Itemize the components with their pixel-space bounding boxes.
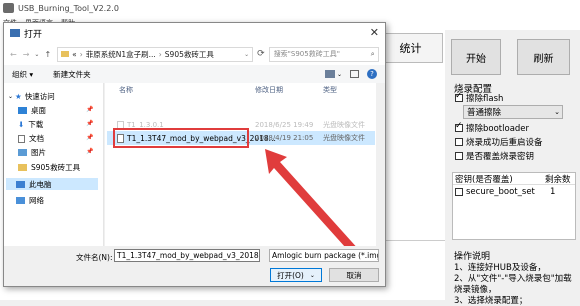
col-type[interactable]: 类型 [323, 85, 337, 95]
cancel-button[interactable]: 取消 [329, 268, 379, 282]
dialog-toolbar: 组织 ▾ 新建文件夹 ⌄ ? [4, 65, 385, 83]
view-options-icon[interactable] [324, 70, 335, 78]
dialog-title-bar: 打开 ✕ [4, 23, 385, 43]
nav-item-quick-access[interactable]: ⌄ ★ 快速访问 [8, 91, 55, 102]
refresh-icon[interactable]: ⟳ [257, 49, 265, 59]
key-name: secure_boot_set [466, 186, 535, 197]
chevron-down-icon: ⌄ [309, 271, 315, 279]
nav-item-this-pc[interactable]: 此电脑 [6, 178, 98, 190]
open-label: 打开(O) [277, 270, 304, 280]
reboot-checkbox[interactable]: 烧录成功后重启设备 [455, 136, 543, 148]
file-type: 光盘映像文件 [323, 121, 365, 129]
dialog-bottom: 文件名(N): T1_1.3T47_mod_by_webpad_v3_20180… [4, 246, 385, 286]
back-icon[interactable]: ← [10, 50, 17, 59]
stats-label: 统计 [399, 42, 422, 55]
filename-label: 文件名(N): [76, 253, 113, 262]
key-checkbox[interactable] [455, 187, 463, 196]
nav-item-downloads[interactable]: ⬇ 下载 [18, 119, 43, 130]
folder-icon [18, 164, 27, 171]
picture-icon [18, 149, 27, 156]
erase-bootloader-label: 擦除bootloader [466, 124, 530, 134]
help-icon[interactable]: ? [367, 69, 377, 79]
col-date[interactable]: 修改日期 [255, 85, 283, 95]
file-type-value: Amlogic burn package (*.img [272, 251, 379, 260]
app-icon [3, 3, 14, 13]
open-file-dialog: 打开 ✕ ← → ⌄ ↑ « › 菲原系统N1盒子刷... › S905救砖工具… [3, 22, 386, 287]
instruction-line: 3、选择烧录配置； [454, 296, 528, 306]
cancel-label: 取消 [346, 270, 362, 280]
folder-icon [61, 51, 70, 57]
file-type: 光盘映像文件 [323, 134, 365, 142]
computer-icon [16, 180, 25, 188]
refresh-label: 刷新 [533, 53, 554, 65]
start-button[interactable]: 开始 [451, 39, 501, 75]
desktop-icon [18, 107, 27, 114]
erase-mode-value: 普通擦除 [467, 108, 502, 118]
star-icon: ★ [15, 92, 22, 101]
network-icon [16, 197, 25, 204]
download-icon: ⬇ [18, 120, 25, 129]
file-date: 2018/4/19 21:05 [255, 134, 314, 142]
nav-item-desktop[interactable]: 桌面 [18, 105, 46, 116]
remain-col-header: 剩余数 [545, 174, 571, 185]
organize-button[interactable]: 组织 ▾ [12, 69, 33, 80]
col-name[interactable]: 名称 [119, 85, 133, 95]
search-icon: ⌕ [370, 49, 375, 58]
filename-value: T1_1.3T47_mod_by_webpad_v3_2018041▾ [117, 251, 259, 260]
chevron-down-icon: ⌄ [554, 108, 560, 116]
refresh-button[interactable]: 刷新 [517, 39, 570, 75]
path-segment[interactable]: 菲原系统N1盒子刷... [86, 49, 156, 60]
erase-bootloader-checkbox[interactable]: 擦除bootloader [455, 121, 530, 134]
close-icon[interactable]: ✕ [370, 26, 379, 39]
erase-flash-label: 擦除flash [466, 94, 504, 104]
stats-area [378, 63, 443, 238]
search-input[interactable]: 搜索"S905救砖工具" ⌕ [268, 46, 379, 62]
dialog-title: 打开 [24, 29, 43, 40]
nav-item-s905-folder[interactable]: S905救砖工具 [18, 162, 80, 173]
chevron-down-icon: ⌄ [8, 93, 14, 100]
address-bar[interactable]: « › 菲原系统N1盒子刷... › S905救砖工具 ⌄ [57, 46, 254, 62]
table-row[interactable]: secure_boot_set 1 [453, 185, 575, 198]
path-overflow[interactable]: « [72, 50, 77, 59]
pin-icon: 📌 [86, 120, 94, 127]
erase-mode-select[interactable]: 普通擦除 ⌄ [463, 105, 563, 119]
search-placeholder: 搜索"S905救砖工具" [273, 50, 340, 58]
pin-icon: 📌 [86, 148, 94, 155]
preview-pane-icon[interactable] [350, 70, 359, 78]
key-table: 密钥(是否覆盖) 剩余数 secure_boot_set 1 [452, 172, 576, 240]
forward-icon[interactable]: → [23, 50, 30, 59]
nav-item-documents[interactable]: 文档 [18, 133, 44, 144]
app-title-bar: USB_Burning_Tool_V2.2.0 [0, 0, 580, 16]
reboot-label: 烧录成功后重启设备 [466, 138, 543, 148]
file-type-select[interactable]: Amlogic burn package (*.img [269, 249, 379, 262]
up-icon[interactable]: ↑ [44, 50, 51, 59]
log-area [378, 240, 445, 300]
overwrite-key-label: 是否覆盖烧录密钥 [466, 152, 535, 162]
navigation-bar: ← → ⌄ ↑ « › 菲原系统N1盒子刷... › S905救砖工具 ⌄ ⟳ … [4, 43, 385, 65]
path-segment[interactable]: S905救砖工具 [165, 49, 214, 60]
chevron-down-icon[interactable]: ⌄ [34, 51, 39, 58]
document-icon [18, 134, 25, 143]
key-remain: 1 [550, 186, 556, 197]
pin-icon: 📌 [86, 106, 94, 113]
folder-icon [10, 29, 20, 37]
stats-panel: 统计 [378, 33, 443, 63]
new-folder-button[interactable]: 新建文件夹 [53, 69, 91, 80]
overwrite-key-checkbox[interactable]: 是否覆盖烧录密钥 [455, 150, 534, 162]
app-title: USB_Burning_Tool_V2.2.0 [18, 3, 119, 13]
highlight-box [113, 128, 249, 148]
start-label: 开始 [466, 53, 486, 65]
pin-icon: 📌 [86, 134, 94, 141]
filename-input[interactable]: T1_1.3T47_mod_by_webpad_v3_2018041▾ [114, 249, 260, 262]
key-col-header: 密钥(是否覆盖) [455, 174, 513, 185]
nav-item-network[interactable]: 网络 [16, 195, 44, 206]
nav-item-pictures[interactable]: 图片 [18, 147, 46, 158]
file-list-header: 名称 修改日期 类型 [105, 83, 375, 97]
chevron-down-icon[interactable]: ⌄ [337, 71, 342, 78]
file-date: 2018/6/25 19:49 [255, 121, 314, 129]
nav-pane: ⌄ ★ 快速访问 桌面 ⬇ 下载 文档 图片 S905救砖工具 此电脑 网络 📌 📌 … [4, 83, 104, 246]
open-button[interactable]: 打开(O) ⌄ [270, 268, 322, 282]
erase-flash-checkbox[interactable]: 擦除flash [455, 91, 504, 104]
